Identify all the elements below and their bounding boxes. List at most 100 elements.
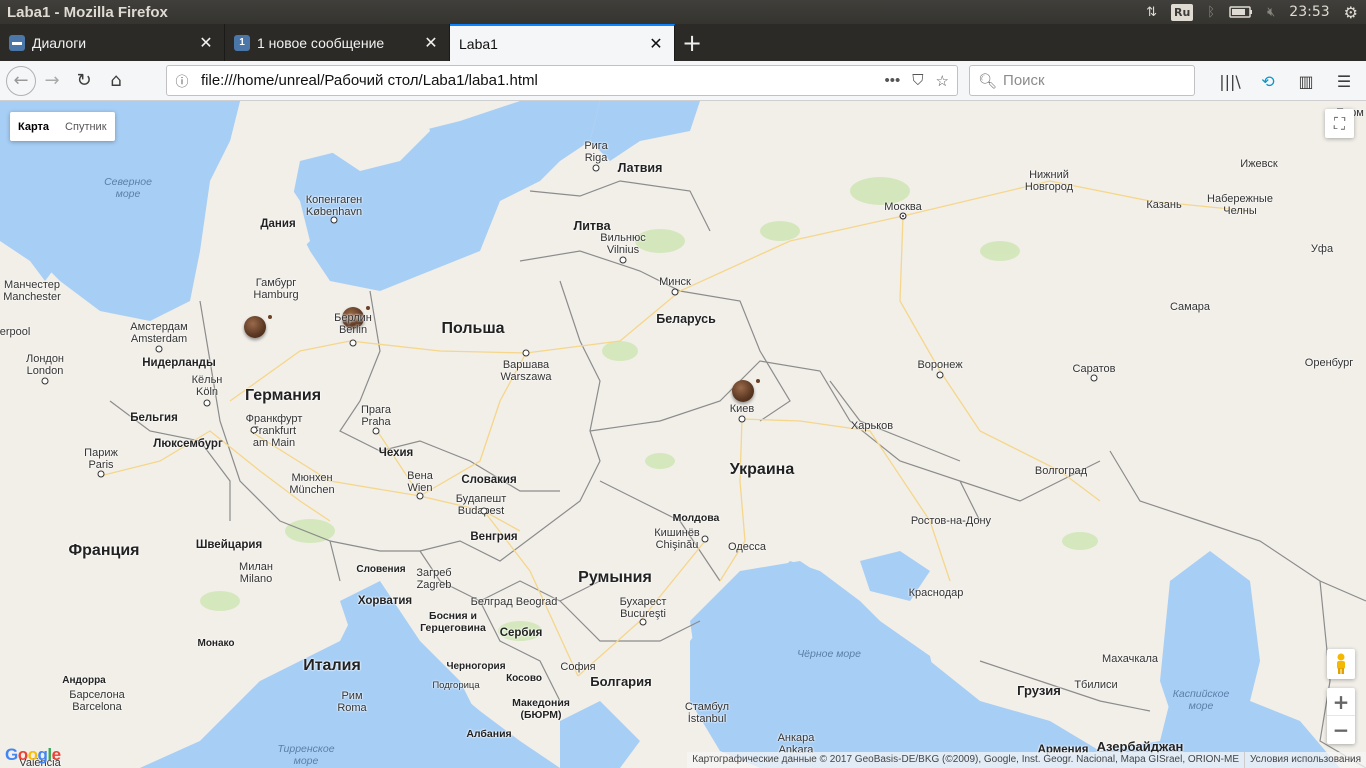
map-attribution: Картографические данные © 2017 GeoBasis-… — [687, 752, 1366, 768]
library-icon[interactable]: |||\ — [1214, 65, 1246, 97]
label-krasnodar: Краснодар — [908, 587, 964, 599]
street-view-pegman-icon[interactable] — [1327, 649, 1355, 679]
tab-new-message[interactable]: 1 1 новое сообщение ✕ — [225, 24, 450, 61]
label-izhevsk: Ижевск — [1240, 158, 1278, 170]
city-dot — [330, 216, 338, 224]
city-dot — [738, 415, 746, 423]
label-amsterdam: Амстердам Amsterdam — [130, 321, 188, 345]
label-london: Лондон London — [25, 353, 65, 377]
extension-icon[interactable]: ⟲ — [1252, 65, 1284, 97]
map-marker-hamburg[interactable] — [244, 315, 272, 338]
label-vilnius: Вильнюс Vilnius — [600, 232, 646, 256]
label-caspian-sea: Каспийское море — [1172, 688, 1230, 712]
close-tab-icon[interactable]: ✕ — [197, 33, 215, 53]
label-naberezhnye: Набережные Челны — [1207, 193, 1273, 217]
network-transfer-icon[interactable]: ⇅ — [1146, 3, 1157, 21]
forward-button[interactable]: → — [36, 65, 68, 97]
label-warsaw: Варшава Warszawa — [500, 359, 552, 383]
vk-chat-icon: ▬ — [9, 34, 25, 51]
label-netherlands: Нидерланды — [142, 357, 216, 369]
zoom-in-button[interactable]: + — [1327, 688, 1355, 716]
label-luxembourg: Люксембург — [153, 438, 223, 450]
label-france: Франция — [68, 542, 140, 559]
back-button[interactable]: ← — [6, 65, 36, 96]
page-actions-icon[interactable]: ••• — [885, 72, 901, 90]
city-dot — [416, 492, 424, 500]
new-tab-button[interactable]: + — [675, 24, 709, 61]
label-istanbul: Стамбул İstanbul — [684, 701, 730, 725]
navigation-toolbar: ← → ↻ ⌂ ⓘ file:///home/unreal/Рабочий ст… — [0, 61, 1366, 101]
zoom-control: + − — [1327, 688, 1355, 744]
label-hamburg: Гамбург Hamburg — [253, 277, 299, 301]
label-manchester: Манчестер Manchester — [3, 279, 61, 303]
bluetooth-icon[interactable]: ᛒ — [1207, 3, 1215, 21]
keyboard-layout-indicator[interactable]: Ru — [1170, 3, 1194, 21]
label-bucharest: Бухарест Bucureşti — [619, 596, 667, 620]
label-praha: Прага Praha — [360, 404, 392, 428]
label-orenburg: Оренбург — [1304, 357, 1354, 369]
label-samara: Самара — [1169, 301, 1211, 313]
city-dot — [349, 339, 357, 347]
label-odessa: Одесса — [728, 541, 766, 553]
tab-laba1[interactable]: Laba1 ✕ — [450, 24, 675, 61]
google-logo[interactable]: Google — [5, 745, 61, 765]
label-rome: Рим Roma — [337, 690, 367, 714]
pocket-icon[interactable]: ⛉ — [912, 72, 923, 90]
city-dot — [899, 212, 907, 220]
label-romania: Румыния — [578, 569, 652, 586]
search-bar[interactable]: 🔍︎ Поиск — [969, 65, 1195, 96]
google-map[interactable]: Латвия Литва Беларусь Польша Германия Ук… — [0, 101, 1366, 768]
label-kazan: Казань — [1146, 199, 1182, 211]
tab-label: 1 новое сообщение — [257, 34, 385, 51]
label-paris: Париж Paris — [84, 447, 118, 471]
label-podgorica: Подгорица — [432, 680, 480, 691]
reload-button[interactable]: ↻ — [68, 65, 100, 97]
label-chisinau: Кишинёв Chişinău — [654, 527, 700, 551]
label-ufa: Уфа — [1310, 243, 1334, 255]
label-tbilisi: Тбилиси — [1074, 679, 1118, 691]
label-serbia: Сербия — [499, 627, 543, 639]
city-dot — [671, 288, 679, 296]
label-barcelona: Барселона Barcelona — [69, 689, 125, 713]
page-info-icon[interactable]: ⓘ — [167, 71, 197, 90]
close-tab-icon[interactable]: ✕ — [647, 34, 665, 54]
label-saratov: Саратов — [1072, 363, 1116, 375]
home-button[interactable]: ⌂ — [100, 65, 132, 97]
label-switzerland: Швейцария — [195, 539, 263, 551]
zoom-out-button[interactable]: − — [1327, 716, 1355, 744]
city-dot — [936, 371, 944, 379]
map-type-roadmap-button[interactable]: Карта — [10, 112, 57, 141]
label-poland: Польша — [441, 320, 505, 337]
label-volgograd: Волгоград — [1034, 465, 1088, 477]
city-dot — [592, 164, 600, 172]
bookmark-star-icon[interactable]: ☆ — [936, 72, 949, 90]
label-italy: Италия — [303, 657, 361, 674]
label-berlin: Берлин Berlin — [334, 312, 372, 336]
battery-icon[interactable] — [1229, 3, 1253, 21]
label-andorra: Андорра — [62, 675, 106, 686]
url-text[interactable]: file:///home/unreal/Рабочий стол/Laba1/l… — [197, 72, 885, 89]
vk-notification-icon: 1 — [234, 34, 250, 51]
label-georgia: Грузия — [1017, 683, 1061, 698]
address-bar[interactable]: ⓘ file:///home/unreal/Рабочий стол/Laba1… — [166, 65, 958, 96]
tab-dialogs[interactable]: ▬ Диалоги ✕ — [0, 24, 225, 61]
clock[interactable]: 23:53 — [1289, 3, 1329, 21]
label-belgium: Бельгия — [130, 412, 178, 424]
label-black-sea: Чёрное море — [797, 648, 861, 660]
city-dot — [619, 256, 627, 264]
map-marker-kiev[interactable] — [732, 379, 760, 402]
sidebar-icon[interactable]: ▥ — [1290, 65, 1322, 97]
volume-muted-icon[interactable]: 🔇︎ — [1267, 3, 1275, 21]
label-denmark: Дания — [260, 218, 296, 230]
system-settings-icon[interactable]: ⚙ — [1344, 3, 1358, 22]
menu-icon[interactable]: ☰ — [1328, 65, 1360, 97]
window-title: Laba1 - Mozilla Firefox — [7, 3, 168, 21]
label-minsk: Минск — [659, 276, 691, 288]
terms-link[interactable]: Условия использования — [1244, 752, 1366, 768]
fullscreen-button[interactable]: ⛶ — [1325, 109, 1354, 138]
close-tab-icon[interactable]: ✕ — [422, 33, 440, 53]
label-makhachkala: Махачкала — [1101, 653, 1159, 665]
map-type-satellite-button[interactable]: Спутник — [57, 112, 114, 141]
map-type-control: Карта Спутник — [10, 112, 115, 141]
city-dot — [41, 377, 49, 385]
